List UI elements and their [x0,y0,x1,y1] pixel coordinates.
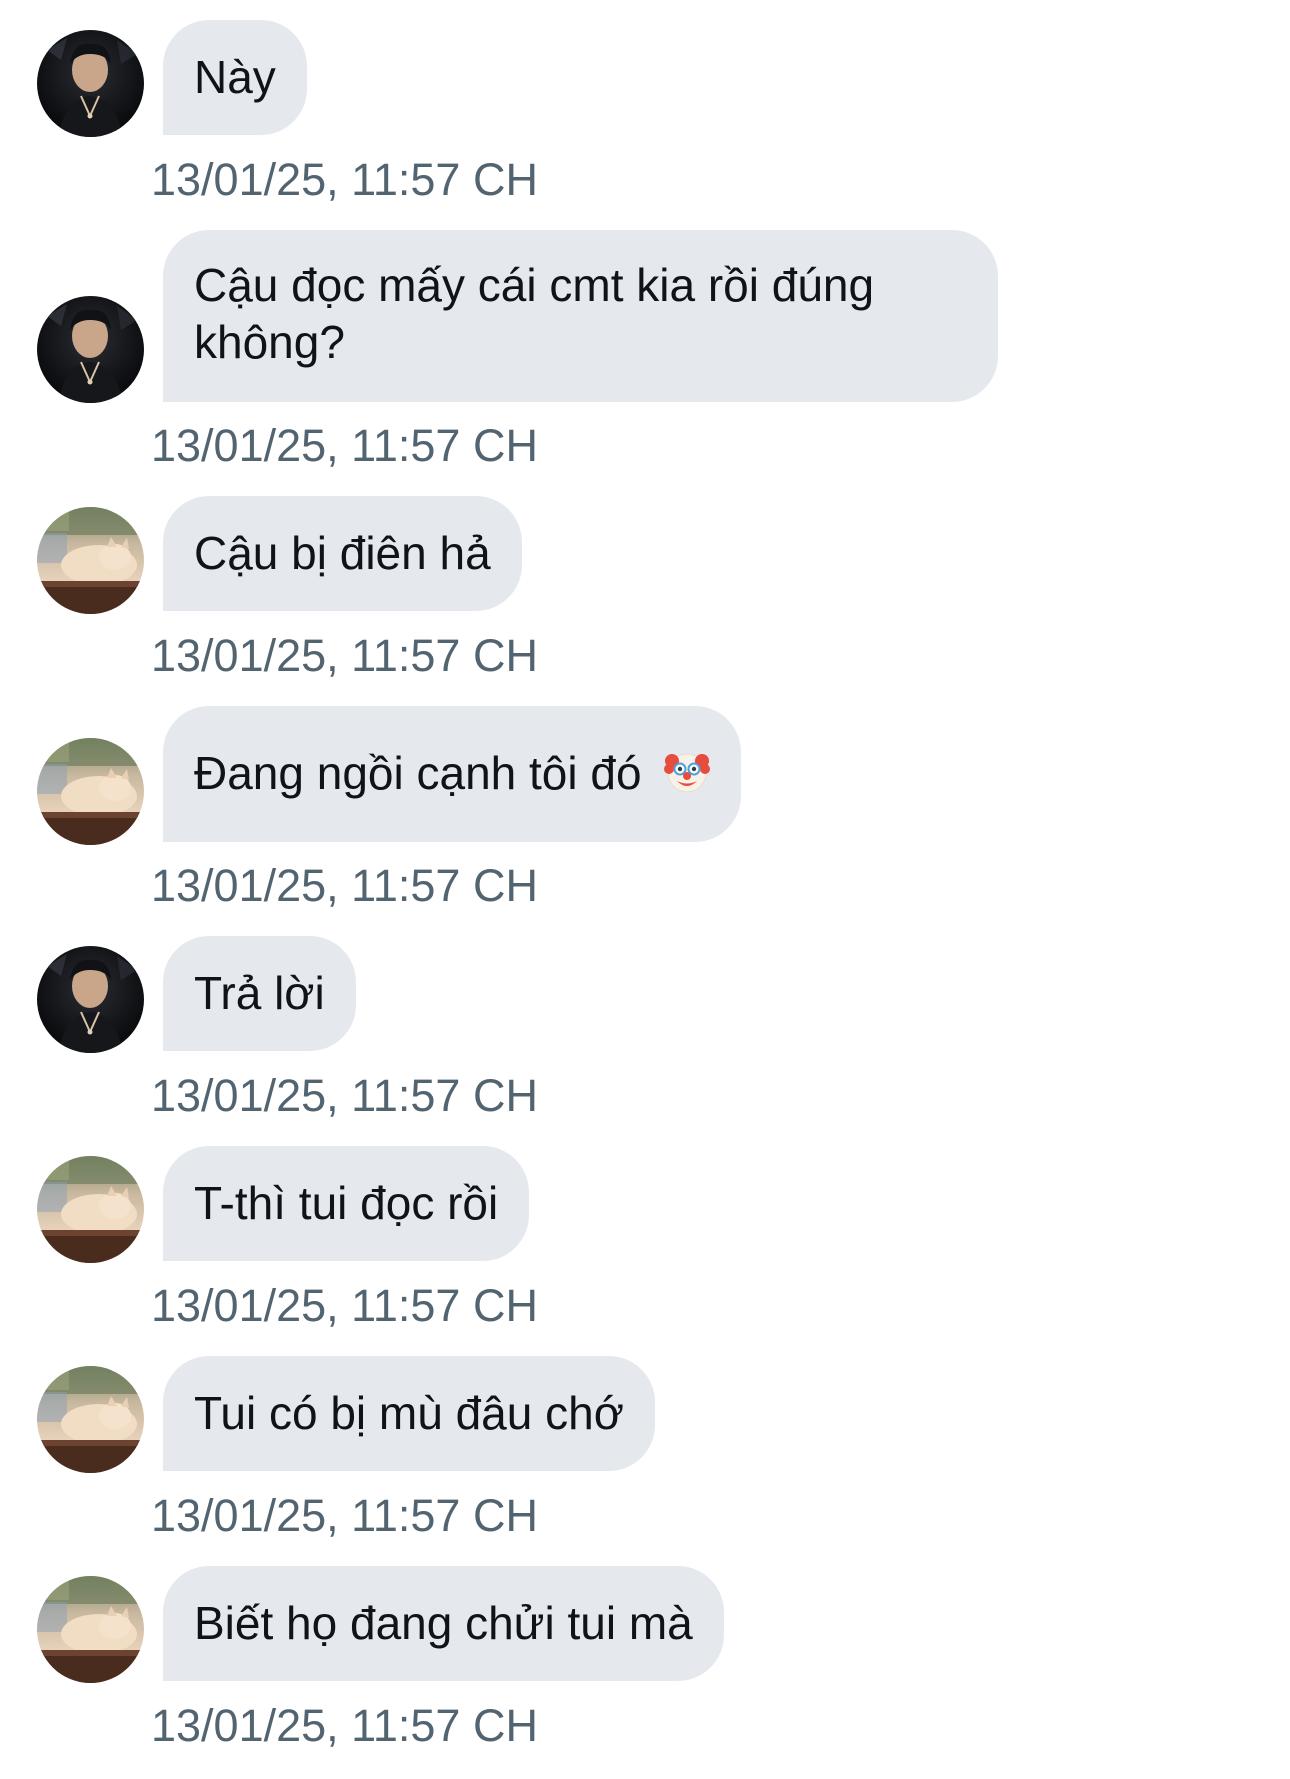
message-text: T-thì tui đọc rồi [194,1177,499,1229]
message-text: Cậu đọc mấy cái cmt kia rồi đúng không? [194,259,875,368]
user-avatar-cat-photo-icon [37,507,144,614]
message-bubble[interactable]: Biết họ đang chửi tui mà [163,1566,724,1681]
user-avatar-cat-photo-icon [37,738,144,845]
message-timestamp: 13/01/25, 11:57 CH [151,1700,538,1751]
message-bubble[interactable]: Cậu bị điên hả [163,496,522,611]
message-bubble[interactable]: T-thì tui đọc rồi [163,1146,530,1261]
user-avatar[interactable] [37,507,144,614]
user-avatar-dark-portrait-icon [37,946,144,1053]
user-avatar-cat-photo-icon [37,1156,144,1263]
message-text: Biết họ đang chửi tui mà [194,1597,693,1649]
message-timestamp: 13/01/25, 11:57 CH [151,630,538,681]
user-avatar-cat-photo-icon [37,1366,144,1473]
user-avatar[interactable] [37,946,144,1053]
user-avatar[interactable] [37,1156,144,1263]
message-text: Cậu bị điên hả [194,527,491,579]
message-bubble[interactable]: Cậu đọc mấy cái cmt kia rồi đúng không? [163,230,998,402]
user-avatar[interactable] [37,296,144,403]
user-avatar[interactable] [37,1366,144,1473]
message-timestamp: 13/01/25, 11:57 CH [151,420,538,471]
message-text: Này [194,51,276,103]
message-bubble[interactable]: Này [163,20,307,135]
message-timestamp: 13/01/25, 11:57 CH [151,1070,538,1121]
message-timestamp: 13/01/25, 11:57 CH [151,860,538,911]
user-avatar-dark-portrait-icon [37,296,144,403]
clown-face-emoji-icon [664,753,711,793]
message-text: Tui có bị mù đâu chớ [194,1387,624,1439]
user-avatar-dark-portrait-icon [37,30,144,137]
user-avatar[interactable] [37,738,144,845]
user-avatar[interactable] [37,30,144,137]
message-timestamp: 13/01/25, 11:57 CH [151,154,538,205]
message-text: Trả lời [194,967,325,1019]
message-timestamp: 13/01/25, 11:57 CH [151,1280,538,1331]
message-text: Đang ngồi cạnh tôi đó [194,747,642,799]
user-avatar[interactable] [37,1576,144,1683]
message-bubble[interactable]: Trả lời [163,936,356,1051]
message-bubble[interactable]: Tui có bị mù đâu chớ [163,1356,655,1471]
message-thread: Này 13/01/25, 11:57 CH Cậu đọc mấy cái c… [0,0,1290,1779]
user-avatar-cat-photo-icon [37,1576,144,1683]
message-bubble[interactable]: Đang ngồi cạnh tôi đó [163,706,742,842]
message-timestamp: 13/01/25, 11:57 CH [151,1490,538,1541]
